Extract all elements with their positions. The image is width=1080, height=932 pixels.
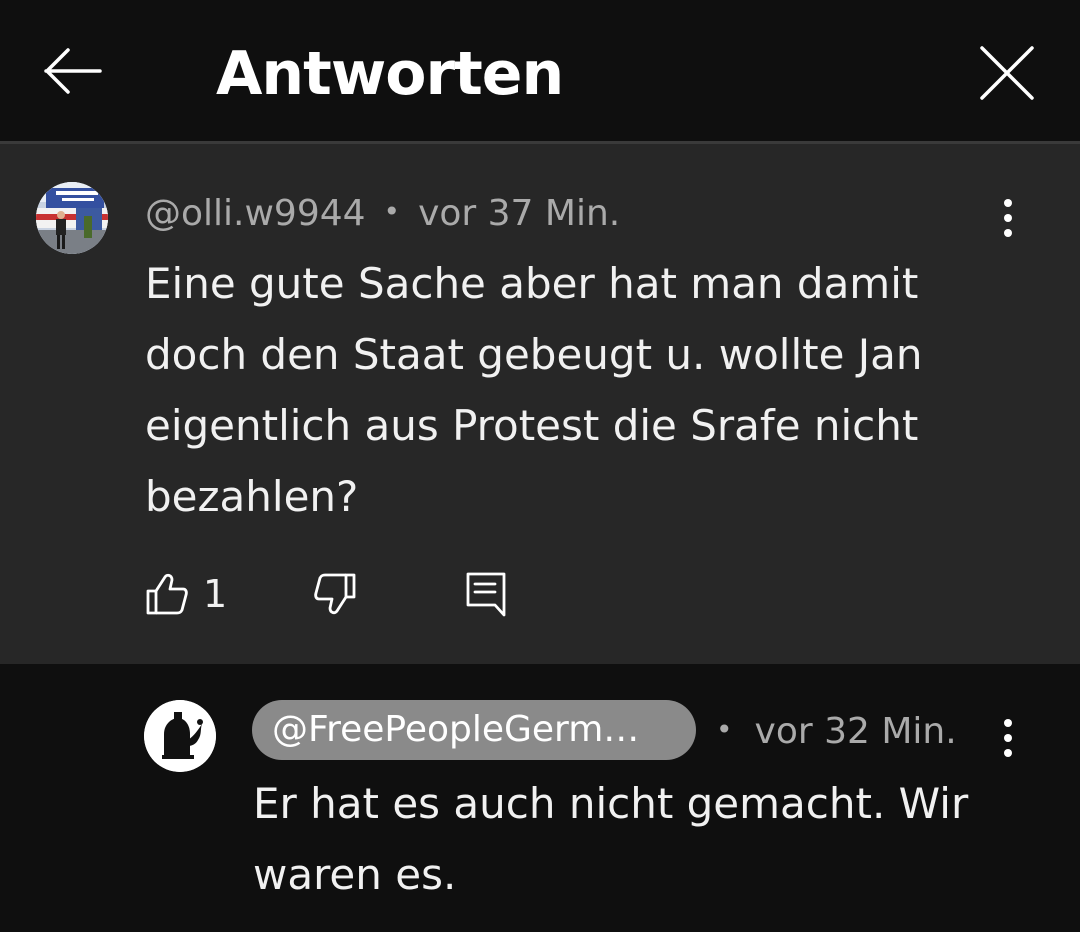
page-title: Antworten [216, 39, 564, 109]
parent-comment: @olli.w9944 • vor 37 Min. Eine gute Sache … [0, 144, 1080, 664]
reply-options-button[interactable] [986, 714, 1030, 762]
comment-author[interactable]: @olli.w9944 [145, 193, 366, 234]
channel-logo-icon [144, 700, 216, 772]
thumbs-down-icon [314, 573, 356, 615]
more-vertical-icon [1004, 719, 1012, 757]
reply-button[interactable] [465, 564, 507, 624]
reply-text: Er hat es auch nicht gemacht. Wir waren … [253, 779, 969, 899]
comment-text: Eine gute Sache aber hat man damit doch … [145, 259, 923, 521]
user-avatar-image [36, 182, 108, 254]
comment-options-button[interactable] [986, 194, 1030, 242]
reply-meta: • vor 32 Min. [716, 708, 957, 758]
thumbs-up-icon [146, 573, 188, 615]
reply-time: vor 32 Min. [754, 711, 957, 752]
separator-dot: • [716, 713, 733, 746]
separator-dot: • [383, 195, 401, 228]
like-count: 1 [203, 572, 228, 616]
reply-comment-icon [466, 572, 506, 617]
reply-comment: @FreePeopleGerm… • vor 32 Min. Er hat es … [0, 664, 1080, 932]
avatar[interactable] [144, 700, 216, 772]
comment-meta: @olli.w9944 • vor 37 Min. [145, 190, 620, 240]
close-icon [980, 46, 1034, 100]
back-button[interactable] [40, 38, 106, 104]
comment-time: vor 37 Min. [418, 193, 621, 234]
header-bar: Antworten [0, 0, 1080, 144]
arrow-left-icon [44, 48, 102, 94]
reply-author-chip[interactable]: @FreePeopleGerm… [252, 700, 696, 760]
avatar[interactable] [36, 182, 108, 254]
close-button[interactable] [972, 38, 1042, 108]
like-button[interactable]: 1 [145, 564, 227, 624]
more-vertical-icon [1004, 199, 1012, 237]
dislike-button[interactable] [313, 564, 357, 624]
